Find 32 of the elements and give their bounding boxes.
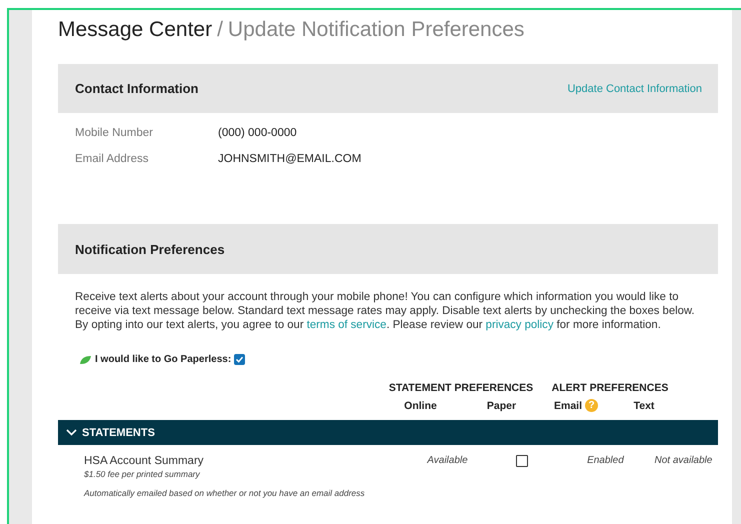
column-group-header: ALERT PREFERENCES bbox=[550, 382, 670, 396]
status-text: Enabled bbox=[586, 455, 625, 466]
column-header: Paper bbox=[486, 400, 516, 414]
status-text: Available bbox=[426, 455, 469, 466]
page-title: Update Notification Preferences bbox=[228, 18, 524, 41]
paperless-label: I would like to Go Paperless: bbox=[95, 354, 232, 365]
paper-checkbox[interactable] bbox=[516, 455, 528, 467]
field-label: Email Address bbox=[75, 153, 150, 167]
section-title: Contact Information bbox=[75, 81, 198, 96]
column-header: Text bbox=[634, 400, 654, 414]
breadcrumb-link[interactable]: Message Center bbox=[58, 18, 212, 41]
status-text: Not available bbox=[654, 455, 714, 466]
update-contact-link[interactable]: Update Contact Information bbox=[567, 82, 702, 94]
field-value: JOHNSMITH@EMAIL.COM bbox=[218, 153, 362, 167]
privacy-link[interactable]: privacy policy bbox=[486, 319, 554, 331]
help-icon[interactable]: ? bbox=[585, 399, 598, 412]
section-title: Notification Preferences bbox=[75, 242, 225, 256]
item-note: $1.50 fee per printed summary bbox=[84, 469, 201, 479]
terms-link[interactable]: terms of service bbox=[306, 319, 386, 331]
intro-paragraph: Receive text alerts about your account through your mobile phone! You can configure which information you would like to receive via text message below. Standard text message rates may apply. Disable text alerts by unchecking the boxes below. By opting into our text alerts, you agree to our terms of service. Please review our privacy policy for more information. bbox=[75, 290, 696, 332]
section-bar-title: STATEMENTS bbox=[82, 426, 155, 438]
leaf-icon bbox=[79, 354, 92, 364]
column-header: Online bbox=[404, 400, 437, 414]
field-value: (000) 000-0000 bbox=[218, 127, 297, 141]
breadcrumb-separator: / bbox=[217, 18, 223, 41]
column-header: Email bbox=[554, 400, 582, 414]
paperless-checkbox[interactable] bbox=[234, 354, 246, 365]
field-label: Mobile Number bbox=[75, 127, 154, 141]
column-group-header: STATEMENT PREFERENCES bbox=[388, 382, 534, 396]
item-footnote: Automatically emailed based on whether or not you have an email address bbox=[84, 488, 366, 498]
item-name: HSA Account Summary bbox=[84, 455, 205, 467]
chevron-icon[interactable] bbox=[66, 429, 77, 436]
